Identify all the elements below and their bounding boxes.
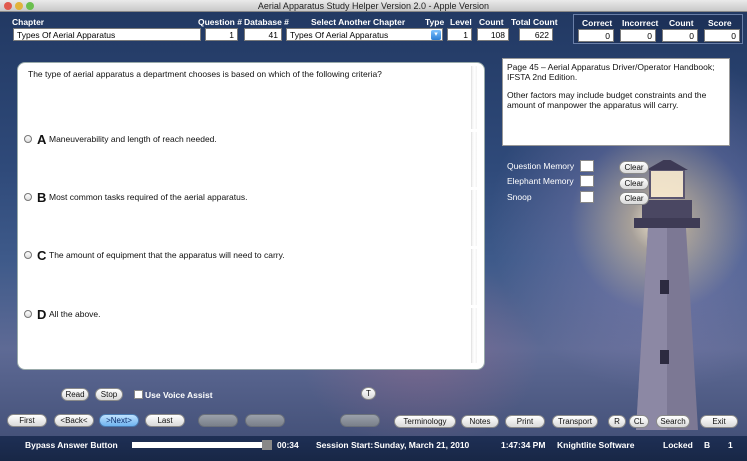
t-button[interactable]: T (361, 387, 376, 400)
terminology-button[interactable]: Terminology (394, 415, 456, 428)
progress-end-marker (262, 440, 272, 450)
correct-label: Correct (582, 18, 613, 28)
voice-assist-checkbox[interactable] (134, 390, 143, 399)
answer-option-a[interactable]: A Maneuverability and length of reach ne… (24, 132, 474, 147)
question-number-label: Question # (198, 17, 242, 27)
company-name: Knightlite Software (557, 440, 635, 450)
answer-a-letter: A (37, 132, 47, 147)
question-memory-box[interactable] (580, 160, 594, 172)
select-chapter-label: Select Another Chapter (311, 17, 406, 27)
session-progress-fill (132, 442, 262, 448)
transport-button[interactable]: Transport (552, 415, 598, 428)
minimize-window-icon[interactable] (15, 2, 23, 10)
window-title: Aerial Apparatus Study Helper Version 2.… (257, 1, 490, 11)
answer-d-scrollbar[interactable] (471, 308, 477, 363)
chapter-label: Chapter (12, 17, 45, 27)
question-memory-label: Question Memory (507, 161, 575, 171)
answer-b-radio[interactable] (24, 193, 32, 201)
count-label: Count (479, 17, 504, 27)
locked-indicator: Locked (663, 440, 693, 450)
elephant-memory-box[interactable] (580, 175, 594, 187)
select-chapter-value: Types Of Aerial Apparatus (290, 30, 389, 40)
level-field[interactable]: 1 (447, 28, 472, 41)
answer-b-letter: B (37, 190, 47, 205)
total-count-label: Total Count (511, 17, 558, 27)
cl-button[interactable]: CL (629, 415, 649, 428)
answer-d-text[interactable]: All the above. (49, 309, 101, 319)
last-button[interactable]: Last (145, 414, 185, 427)
reference-citation: Page 45 – Aerial Apparatus Driver/Operat… (507, 62, 715, 82)
disabled-button-1 (198, 414, 238, 427)
answer-option-d[interactable]: D All the above. (24, 307, 474, 322)
database-number-label: Database # (244, 17, 289, 27)
clear-snoop-button[interactable]: Clear (619, 192, 649, 205)
chapter-field[interactable]: Types Of Aerial Apparatus (13, 28, 201, 41)
incorrect-label: Incorrect (622, 18, 659, 28)
score-label: Score (708, 18, 732, 28)
answer-b-scrollbar[interactable] (471, 190, 477, 246)
select-chapter-dropdown[interactable]: Types Of Aerial Apparatus ▾ (286, 28, 443, 41)
page-number: 1 (728, 440, 733, 450)
first-button[interactable]: First (7, 414, 47, 427)
answer-d-letter: D (37, 307, 47, 322)
answer-a-scrollbar[interactable] (471, 132, 477, 187)
correct-field: 0 (578, 29, 614, 42)
exit-button[interactable]: Exit (700, 415, 738, 428)
answer-b-text[interactable]: Most common tasks required of the aerial… (49, 192, 247, 202)
session-timer: 00:34 (277, 440, 299, 450)
search-button[interactable]: Search (656, 415, 690, 428)
voice-assist-label: Use Voice Assist (145, 390, 213, 400)
answer-c-scrollbar[interactable] (471, 249, 477, 305)
window-title-bar[interactable]: Aerial Apparatus Study Helper Version 2.… (0, 0, 747, 12)
back-button[interactable]: <Back< (54, 414, 94, 427)
zoom-window-icon[interactable] (26, 2, 34, 10)
clear-question-memory-button[interactable]: Clear (619, 161, 649, 174)
answer-a-radio[interactable] (24, 135, 32, 143)
read-button[interactable]: Read (61, 388, 89, 401)
print-button[interactable]: Print (505, 415, 545, 428)
count-field[interactable]: 108 (477, 28, 509, 41)
bypass-answer-button[interactable]: Bypass Answer Button (25, 440, 118, 450)
notes-button[interactable]: Notes (461, 415, 499, 428)
answer-d-radio[interactable] (24, 310, 32, 318)
session-start-label: Session Start: (316, 440, 374, 450)
elephant-memory-label: Elephant Memory (507, 176, 574, 186)
score-field: 0 (704, 29, 740, 42)
answer-c-radio[interactable] (24, 251, 32, 259)
total-count-field[interactable]: 622 (519, 28, 553, 41)
clear-elephant-memory-button[interactable]: Clear (619, 177, 649, 190)
disabled-button-3 (340, 414, 380, 427)
reference-note: Other factors may include budget constra… (507, 90, 707, 110)
chevron-down-icon[interactable]: ▾ (431, 30, 441, 40)
stop-button[interactable]: Stop (95, 388, 123, 401)
database-number-field[interactable]: 41 (244, 28, 282, 41)
clock-time: 1:47:34 PM (501, 440, 546, 450)
level-label: Level (450, 17, 472, 27)
score-count-label: Count (669, 18, 694, 28)
answer-c-letter: C (37, 248, 47, 263)
next-button[interactable]: >Next> (99, 414, 139, 427)
score-count-field: 0 (662, 29, 698, 42)
close-window-icon[interactable] (4, 2, 12, 10)
session-date: Sunday, March 21, 2010 (374, 440, 470, 450)
r-button[interactable]: R (608, 415, 626, 428)
answer-option-c[interactable]: C The amount of equipment that the appar… (24, 248, 474, 263)
question-text: The type of aerial apparatus a departmen… (28, 69, 382, 79)
b-indicator: B (704, 440, 711, 450)
type-label: Type (425, 17, 445, 27)
question-number-field[interactable]: 1 (205, 28, 238, 41)
question-scrollbar[interactable] (471, 66, 477, 129)
answer-a-text[interactable]: Maneuverability and length of reach need… (49, 134, 217, 144)
answer-c-text[interactable]: The amount of equipment that the apparat… (49, 250, 285, 260)
reference-panel: Page 45 – Aerial Apparatus Driver/Operat… (502, 58, 730, 146)
question-panel (17, 62, 485, 370)
disabled-button-2 (245, 414, 285, 427)
snoop-box[interactable] (580, 191, 594, 203)
answer-option-b[interactable]: B Most common tasks required of the aeri… (24, 190, 474, 205)
snoop-label: Snoop (507, 192, 532, 202)
incorrect-field: 0 (620, 29, 656, 42)
